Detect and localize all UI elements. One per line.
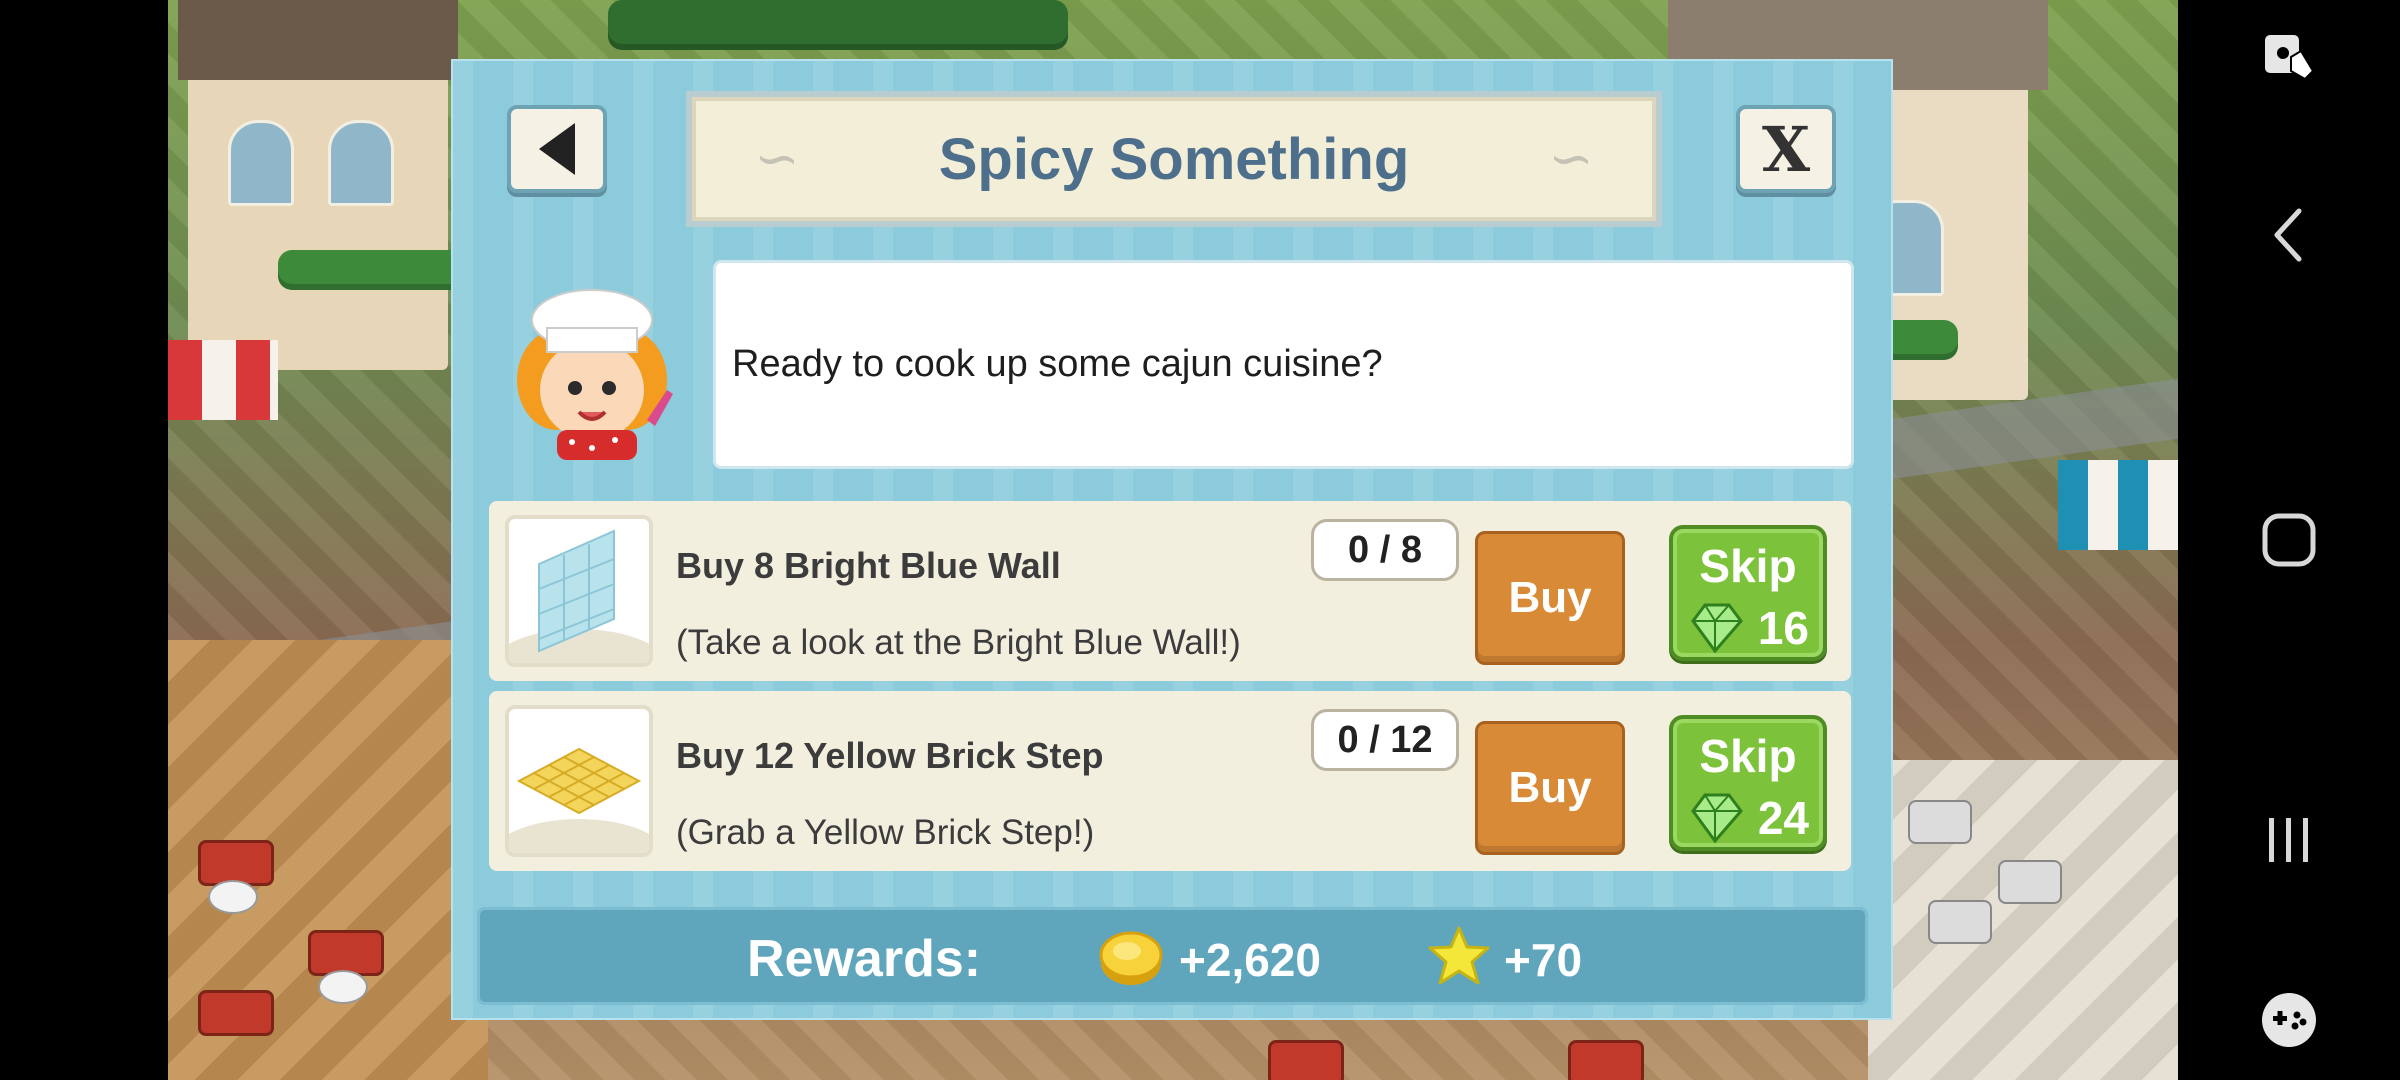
roof bbox=[178, 0, 458, 80]
coin-reward: +2,620 bbox=[1179, 934, 1321, 986]
table bbox=[198, 840, 274, 886]
task-title: Buy 12 Yellow Brick Step bbox=[676, 735, 1104, 776]
skip-button[interactable]: Skip 24 bbox=[1669, 715, 1827, 851]
table bbox=[308, 930, 384, 976]
gem-icon bbox=[1691, 793, 1743, 844]
plate bbox=[318, 970, 368, 1004]
stove bbox=[1998, 860, 2062, 904]
awning bbox=[168, 340, 278, 420]
table bbox=[1268, 1040, 1344, 1080]
plate bbox=[208, 880, 258, 914]
building bbox=[188, 40, 448, 370]
buy-button[interactable]: Buy bbox=[1475, 531, 1625, 665]
blue-wall-icon bbox=[509, 529, 649, 663]
left-flourish-ornament: ∽ bbox=[754, 127, 800, 190]
yellow-brick-icon bbox=[509, 747, 649, 853]
coin-icon bbox=[1099, 931, 1163, 985]
task-title: Buy 8 Bright Blue Wall bbox=[676, 545, 1061, 586]
task-hint: (Take a look at the Bright Blue Wall!) bbox=[676, 623, 1241, 662]
task-thumbnail bbox=[505, 515, 653, 667]
quest-title: Spicy Something bbox=[938, 126, 1410, 192]
nav-home-icon[interactable] bbox=[2178, 505, 2400, 575]
task-progress: 0 / 12 bbox=[1311, 709, 1459, 771]
quest-message-box: Ready to cook up some cajun cuisine? bbox=[713, 260, 1854, 469]
awning bbox=[2058, 460, 2178, 550]
task-hint: (Grab a Yellow Brick Step!) bbox=[676, 813, 1095, 852]
task-row: Buy 12 Yellow Brick Step (Grab a Yellow … bbox=[489, 691, 1851, 871]
window bbox=[328, 120, 394, 206]
buy-button[interactable]: Buy bbox=[1475, 721, 1625, 855]
quest-title-banner: ∽ Spicy Something ∽ bbox=[686, 91, 1662, 227]
back-button[interactable] bbox=[507, 105, 607, 193]
system-navigation-bar bbox=[2178, 0, 2400, 1080]
nav-back-icon[interactable] bbox=[2178, 200, 2400, 270]
game-launcher-icon[interactable] bbox=[2178, 990, 2400, 1050]
star-icon bbox=[1428, 926, 1490, 985]
skip-cost: 16 bbox=[1757, 602, 1809, 654]
rewards-bar: Rewards: +2,620 +70 bbox=[477, 907, 1868, 1005]
task-thumbnail bbox=[505, 705, 653, 857]
chef-avatar bbox=[497, 270, 687, 460]
skip-label: Skip bbox=[1699, 730, 1797, 782]
gem-icon bbox=[1691, 603, 1743, 654]
task-progress: 0 / 8 bbox=[1311, 519, 1459, 581]
skip-label: Skip bbox=[1699, 540, 1797, 592]
close-button[interactable]: X bbox=[1736, 105, 1836, 193]
close-x-icon: X bbox=[1761, 112, 1811, 186]
skip-cost: 24 bbox=[1757, 792, 1809, 844]
task-row: Buy 8 Bright Blue Wall (Take a look at t… bbox=[489, 501, 1851, 681]
window bbox=[228, 120, 294, 206]
screen-recorder-icon[interactable] bbox=[2178, 22, 2400, 92]
stove bbox=[1928, 900, 1992, 944]
quest-message: Ready to cook up some cajun cuisine? bbox=[732, 343, 1383, 385]
rewards-label: Rewards: bbox=[747, 930, 982, 988]
table bbox=[198, 990, 274, 1036]
xp-reward: +70 bbox=[1504, 934, 1583, 986]
right-flourish-ornament: ∽ bbox=[1548, 127, 1594, 190]
table bbox=[1568, 1040, 1644, 1080]
hedge bbox=[608, 0, 1068, 50]
stove bbox=[1908, 800, 1972, 844]
flower-box bbox=[278, 250, 478, 290]
back-arrow-icon bbox=[539, 123, 575, 175]
nav-recents-icon[interactable] bbox=[2178, 805, 2400, 875]
skip-button[interactable]: Skip 16 bbox=[1669, 525, 1827, 661]
